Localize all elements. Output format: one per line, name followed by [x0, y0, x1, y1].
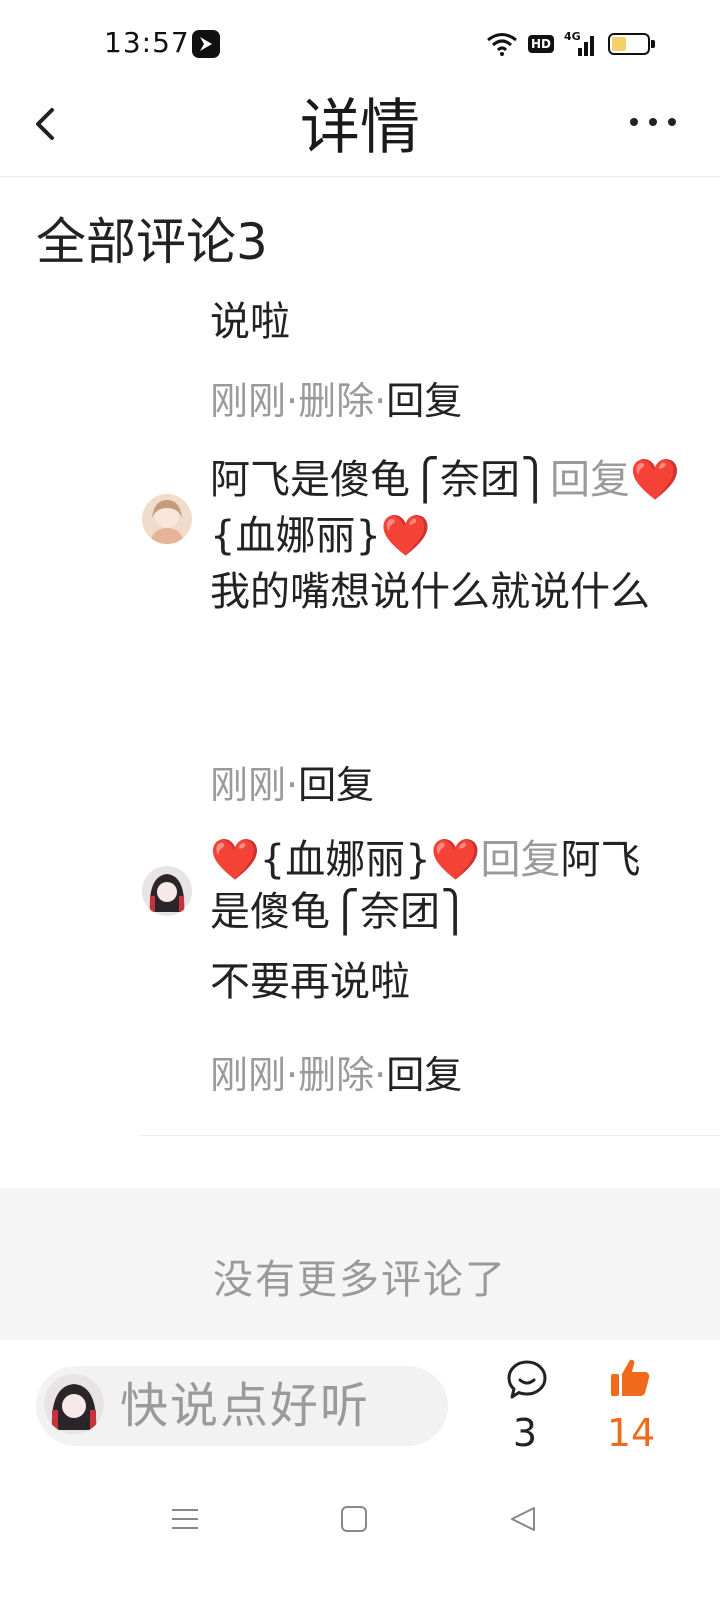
reply-word: 回复 [550, 457, 630, 503]
comment-author[interactable]: 阿飞是傻龟⎧奈团⎫ [210, 457, 550, 503]
comment-time: 刚刚 [210, 763, 287, 807]
nav-recents-button[interactable] [170, 1504, 200, 1534]
comment-text: 说啦 [210, 299, 290, 345]
user-avatar [44, 1374, 104, 1434]
no-more-text: 没有更多评论了 [213, 1257, 507, 1303]
thumbs-up-icon [611, 1359, 650, 1396]
status-indicators: HD 4G [486, 28, 656, 60]
reply-button[interactable]: 回复 [298, 763, 374, 807]
delete-button[interactable]: 删除 [298, 379, 374, 423]
menu-icon [172, 1509, 198, 1529]
comment-meta: 刚刚·删除·回复 [210, 376, 462, 426]
avatar[interactable] [142, 494, 192, 544]
nav-home-button[interactable] [340, 1504, 368, 1534]
app-notification-icon [192, 30, 220, 58]
meta-separator: · [374, 379, 387, 423]
comment-meta: 刚刚·删除·回复 [210, 1050, 462, 1100]
meta-separator: · [286, 1053, 299, 1097]
reply-button[interactable]: 回复 [386, 379, 462, 423]
comment-text: 不要再说啦 [210, 959, 410, 1005]
avatar[interactable] [142, 866, 192, 916]
reply-word: 回复 [480, 837, 561, 883]
battery-icon [608, 33, 656, 55]
delete-button[interactable]: 删除 [298, 1053, 374, 1097]
nav-back-button[interactable] [508, 1504, 538, 1534]
battery-level [612, 37, 626, 51]
comment-time: 刚刚 [210, 379, 287, 423]
hd-badge: HD [528, 35, 555, 53]
home-square-icon [341, 1506, 367, 1532]
meta-separator: · [286, 763, 299, 807]
reply-button[interactable]: 回复 [386, 1053, 462, 1097]
no-more-footer: 没有更多评论了 [0, 1188, 720, 1340]
like-button[interactable] [608, 1356, 652, 1400]
comment-body: ❤️{血娜丽}❤️回复阿飞是傻龟⎧奈团⎫ 不要再说啦 [210, 834, 680, 1008]
comment-time: 刚刚 [210, 1053, 287, 1097]
header-divider [0, 176, 720, 177]
comment-count: 3 [512, 1411, 538, 1455]
comment-body: 阿飞是傻龟⎧奈团⎫回复❤️{血娜丽}❤️ 我的嘴想说什么就说什么 [210, 452, 680, 618]
comment-author[interactable]: ❤️{血娜丽}❤️ [210, 837, 481, 883]
more-button[interactable] [628, 112, 678, 132]
page-title: 详情 [300, 93, 420, 163]
comment-divider [140, 1135, 720, 1136]
like-count: 14 [606, 1411, 656, 1455]
meta-separator: · [374, 1053, 387, 1097]
comment-input-placeholder[interactable]: 快说点好听 [120, 1374, 370, 1438]
wifi-icon [487, 33, 517, 56]
cellular-signal-icon: 4G [564, 30, 598, 58]
comment-text: 我的嘴想说什么就说什么 [210, 569, 650, 615]
comment-meta: 刚刚·回复 [210, 760, 374, 810]
status-time: 13:57 [104, 26, 190, 59]
comments-section-title: 全部评论3 [36, 213, 268, 271]
more-horizontal-icon [630, 118, 676, 126]
back-triangle-icon [511, 1507, 535, 1531]
comment-button[interactable] [505, 1358, 549, 1402]
comment-icon [507, 1360, 547, 1399]
meta-separator: · [286, 379, 299, 423]
